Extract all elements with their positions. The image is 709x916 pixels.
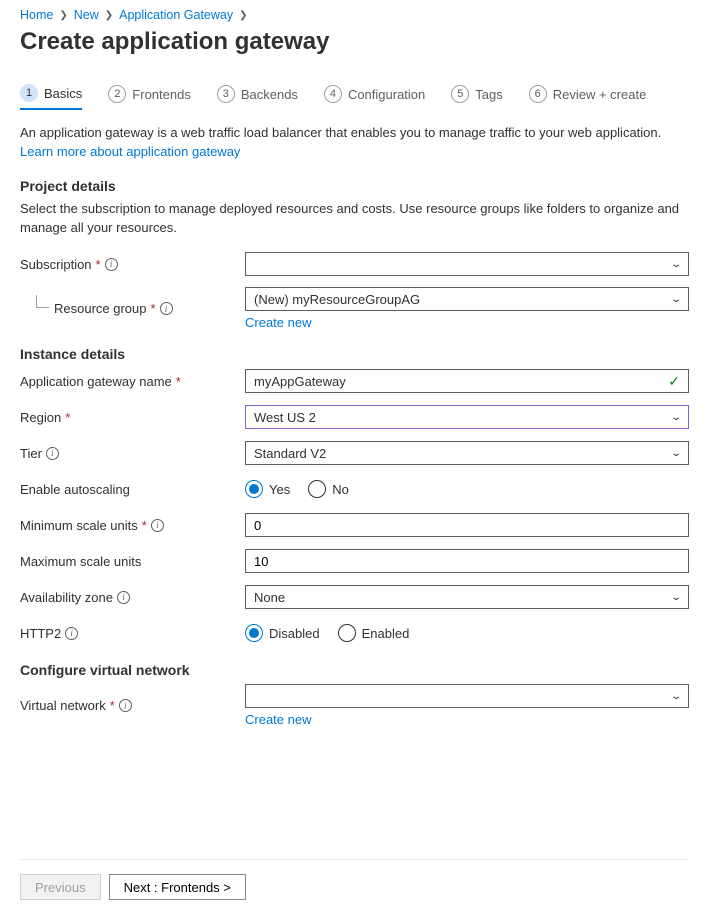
- tab-label: Tags: [475, 87, 502, 102]
- next-button[interactable]: Next : Frontends >: [109, 874, 246, 900]
- tier-select[interactable]: Standard V2 ⌄: [245, 441, 689, 465]
- subscription-select[interactable]: ⌄: [245, 252, 689, 276]
- chevron-down-icon: ⌄: [670, 691, 682, 702]
- min-units-input[interactable]: [245, 513, 689, 537]
- tab-number: 5: [451, 85, 469, 103]
- chevron-right-icon: ❯: [105, 10, 113, 21]
- tab-number: 6: [529, 85, 547, 103]
- info-icon[interactable]: i: [65, 627, 78, 640]
- radio-icon: [338, 624, 356, 642]
- tab-label: Review + create: [553, 87, 647, 102]
- section-project-details: Project details: [20, 178, 689, 194]
- region-select[interactable]: West US 2 ⌄: [245, 405, 689, 429]
- intro-text: An application gateway is a web traffic …: [20, 124, 689, 162]
- tab-number: 3: [217, 85, 235, 103]
- section-project-desc: Select the subscription to manage deploy…: [20, 200, 689, 238]
- autoscaling-radio-group: Yes No: [245, 480, 689, 498]
- tab-configuration[interactable]: 4 Configuration: [324, 84, 425, 110]
- tab-label: Basics: [44, 86, 82, 101]
- tab-label: Configuration: [348, 87, 425, 102]
- info-icon[interactable]: i: [160, 302, 173, 315]
- autoscaling-yes-radio[interactable]: Yes: [245, 480, 290, 498]
- breadcrumb-app-gateway[interactable]: Application Gateway: [119, 8, 233, 22]
- info-icon[interactable]: i: [117, 591, 130, 604]
- label-subscription: Subscription* i: [20, 257, 245, 272]
- learn-more-link[interactable]: Learn more about application gateway: [20, 144, 240, 159]
- label-gateway-name: Application gateway name*: [20, 374, 245, 389]
- resource-group-select[interactable]: (New) myResourceGroupAG ⌄: [245, 287, 689, 311]
- wizard-footer: Previous Next : Frontends >: [20, 859, 689, 900]
- max-units-input[interactable]: [245, 549, 689, 573]
- label-http2: HTTP2 i: [20, 626, 245, 641]
- tab-number: 1: [20, 84, 38, 102]
- label-resource-group: Resource group* i: [20, 301, 245, 316]
- virtual-network-select[interactable]: ⌄: [245, 684, 689, 708]
- page-title: Create application gateway: [20, 28, 689, 56]
- breadcrumb-home[interactable]: Home: [20, 8, 53, 22]
- chevron-right-icon: ❯: [59, 10, 67, 21]
- http2-radio-group: Disabled Enabled: [245, 624, 689, 642]
- tab-number: 2: [108, 85, 126, 103]
- label-virtual-network: Virtual network* i: [20, 698, 245, 713]
- label-min-units: Minimum scale units* i: [20, 518, 245, 533]
- chevron-down-icon: ⌄: [670, 448, 682, 459]
- http2-enabled-radio[interactable]: Enabled: [338, 624, 410, 642]
- tab-backends[interactable]: 3 Backends: [217, 84, 298, 110]
- chevron-right-icon: ❯: [239, 10, 247, 21]
- tab-tags[interactable]: 5 Tags: [451, 84, 502, 110]
- breadcrumb: Home ❯ New ❯ Application Gateway ❯: [20, 8, 689, 22]
- info-icon[interactable]: i: [119, 699, 132, 712]
- radio-icon: [308, 480, 326, 498]
- gateway-name-input[interactable]: myAppGateway ✓: [245, 369, 689, 393]
- label-autoscaling: Enable autoscaling: [20, 482, 245, 497]
- info-icon[interactable]: i: [151, 519, 164, 532]
- tab-label: Backends: [241, 87, 298, 102]
- tab-label: Frontends: [132, 87, 191, 102]
- availability-zone-select[interactable]: None ⌄: [245, 585, 689, 609]
- chevron-down-icon: ⌄: [670, 259, 682, 270]
- label-tier: Tier i: [20, 446, 245, 461]
- radio-icon: [245, 480, 263, 498]
- chevron-down-icon: ⌄: [670, 412, 682, 423]
- tab-basics[interactable]: 1 Basics: [20, 84, 82, 110]
- chevron-down-icon: ⌄: [670, 294, 682, 305]
- label-avail-zone: Availability zone i: [20, 590, 245, 605]
- section-instance-details: Instance details: [20, 346, 689, 362]
- create-new-resource-group-link[interactable]: Create new: [245, 315, 311, 330]
- tab-frontends[interactable]: 2 Frontends: [108, 84, 191, 110]
- create-new-vnet-link[interactable]: Create new: [245, 712, 311, 727]
- label-region: Region*: [20, 410, 245, 425]
- label-max-units: Maximum scale units: [20, 554, 245, 569]
- tab-review[interactable]: 6 Review + create: [529, 84, 647, 110]
- info-icon[interactable]: i: [105, 258, 118, 271]
- wizard-tabs: 1 Basics 2 Frontends 3 Backends 4 Config…: [20, 84, 689, 110]
- autoscaling-no-radio[interactable]: No: [308, 480, 349, 498]
- http2-disabled-radio[interactable]: Disabled: [245, 624, 320, 642]
- section-virtual-network: Configure virtual network: [20, 662, 689, 678]
- chevron-down-icon: ⌄: [670, 592, 682, 603]
- radio-icon: [245, 624, 263, 642]
- tab-number: 4: [324, 85, 342, 103]
- checkmark-icon: ✓: [668, 373, 680, 390]
- breadcrumb-new[interactable]: New: [74, 8, 99, 22]
- info-icon[interactable]: i: [46, 447, 59, 460]
- previous-button: Previous: [20, 874, 101, 900]
